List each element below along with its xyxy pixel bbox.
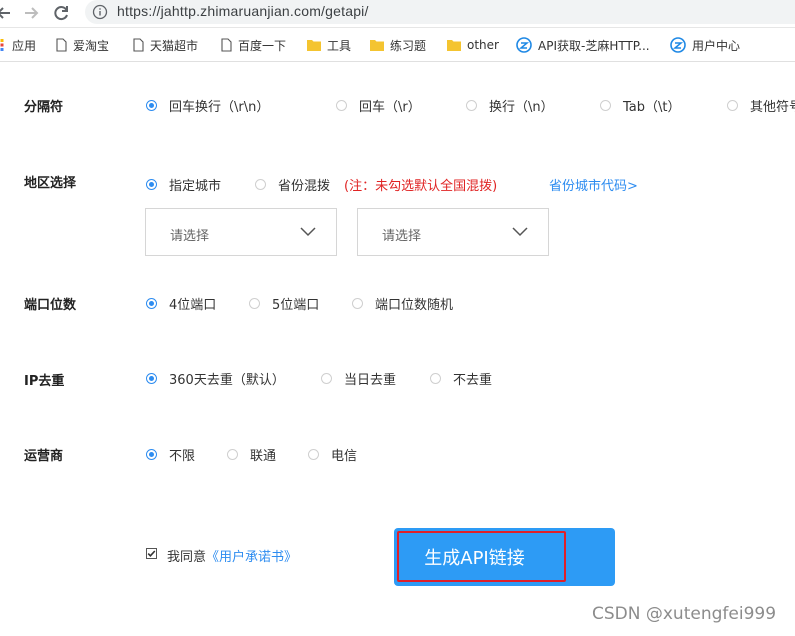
dedup-label: IP去重	[24, 374, 65, 389]
bookmark-label: 应用	[12, 38, 37, 53]
page-icon	[133, 38, 144, 52]
radio-icon	[600, 100, 611, 111]
bookmark-tools[interactable]: 工具	[307, 36, 351, 54]
dedup-option-daily[interactable]: 当日去重	[321, 369, 396, 388]
port-option-4[interactable]: 4位端口	[146, 294, 216, 313]
dedup-option-none[interactable]: 不去重	[430, 369, 492, 388]
separator-option-cr[interactable]: 回车（\r）	[336, 96, 421, 115]
bookmark-api[interactable]: API获取-芝麻HTTP...	[516, 36, 650, 54]
page-icon	[56, 38, 67, 52]
checkmark-icon	[147, 550, 156, 557]
radio-icon	[727, 100, 738, 111]
agree-text: 我同意	[167, 550, 207, 565]
chevron-down-icon	[300, 227, 316, 237]
radio-icon	[249, 298, 260, 309]
radio-selected-icon	[146, 179, 157, 190]
bookmark-label: 爱淘宝	[73, 38, 110, 53]
radio-selected-icon	[146, 449, 157, 460]
bookmark-user-center[interactable]: 用户中心	[670, 36, 740, 54]
bookmark-baidu[interactable]: 百度一下	[221, 36, 286, 54]
city-select[interactable]: 请选择	[357, 208, 549, 256]
radio-selected-icon	[146, 373, 157, 384]
page-icon	[221, 38, 232, 52]
csdn-watermark: CSDN @xutengfei999	[592, 604, 777, 624]
bookmark-label: API获取-芝麻HTTP...	[538, 38, 650, 53]
radio-icon	[352, 298, 363, 309]
radio-icon	[227, 449, 238, 460]
port-option-random[interactable]: 端口位数随机	[352, 294, 453, 313]
zhima-logo-icon	[670, 37, 686, 53]
radio-icon	[255, 179, 266, 190]
port-option-5[interactable]: 5位端口	[249, 294, 319, 313]
folder-icon	[370, 40, 384, 51]
bookmark-label: 用户中心	[692, 38, 741, 53]
bookmark-exercises[interactable]: 练习题	[370, 36, 426, 54]
region-note: (注：未勾选默认全国混拨)	[344, 179, 498, 194]
bookmark-label: 天猫超市	[150, 38, 199, 53]
radio-icon	[308, 449, 319, 460]
back-arrow-icon[interactable]	[0, 2, 16, 24]
region-option-city[interactable]: 指定城市	[146, 175, 221, 194]
reload-icon[interactable]	[50, 2, 72, 24]
isp-option-any[interactable]: 不限	[146, 445, 195, 464]
separator-option-crlf[interactable]: 回车换行（\r\n）	[146, 96, 269, 115]
separator-label: 分隔符	[24, 100, 64, 115]
bookmark-apps[interactable]: 应用	[0, 36, 36, 54]
forward-arrow-icon[interactable]	[20, 2, 42, 24]
bookmarks-bar: 应用 爱淘宝 天猫超市 百度一下 工具 练习题 other API获取-芝麻HT…	[0, 28, 795, 62]
address-bar[interactable]: https://jahttp.zhimaruanjian.com/getapi/	[85, 0, 795, 24]
bookmark-other[interactable]: other	[447, 36, 499, 54]
radio-icon	[466, 100, 477, 111]
bookmark-label: 练习题	[390, 38, 427, 53]
radio-icon	[430, 373, 441, 384]
isp-option-unicom[interactable]: 联通	[227, 445, 276, 464]
bookmark-label: 工具	[327, 38, 352, 53]
radio-icon	[336, 100, 347, 111]
folder-icon	[307, 40, 321, 51]
region-option-province-mix[interactable]: 省份混拨	[255, 175, 330, 194]
info-icon[interactable]	[92, 4, 108, 20]
separator-option-lf[interactable]: 换行（\n）	[466, 96, 554, 115]
bookmark-tmall[interactable]: 天猫超市	[133, 36, 198, 54]
separator-option-other[interactable]: 其他符号	[727, 96, 795, 115]
select-placeholder: 请选择	[170, 229, 210, 244]
radio-selected-icon	[146, 100, 157, 111]
port-label: 端口位数	[24, 298, 77, 313]
province-code-link[interactable]: 省份城市代码>	[549, 175, 638, 194]
province-select[interactable]: 请选择	[145, 208, 337, 256]
zhima-logo-icon	[516, 37, 532, 53]
browser-toolbar: https://jahttp.zhimaruanjian.com/getapi/	[0, 0, 795, 28]
folder-icon	[447, 40, 461, 51]
radio-selected-icon	[146, 298, 157, 309]
region-label: 地区选择	[24, 176, 77, 191]
user-agreement-link[interactable]: 《用户承诺书》	[206, 546, 297, 565]
radio-icon	[321, 373, 332, 384]
agree-text-row: 我同意 《用户承诺书》	[167, 546, 297, 565]
agree-checkbox[interactable]	[146, 548, 157, 559]
chevron-down-icon	[512, 227, 528, 237]
bookmark-label: other	[467, 38, 499, 52]
bookmark-aitaobao[interactable]: 爱淘宝	[56, 36, 109, 54]
separator-option-tab[interactable]: Tab（\t）	[600, 96, 681, 115]
isp-option-telecom[interactable]: 电信	[308, 445, 357, 464]
select-placeholder: 请选择	[382, 229, 422, 244]
isp-label: 运营商	[24, 449, 64, 464]
annotation-highlight-box	[397, 531, 566, 582]
bookmark-label: 百度一下	[238, 38, 287, 53]
apps-grid-icon	[0, 39, 4, 51]
dedup-option-360[interactable]: 360天去重（默认）	[146, 369, 285, 388]
url-text: https://jahttp.zhimaruanjian.com/getapi/	[117, 3, 369, 19]
